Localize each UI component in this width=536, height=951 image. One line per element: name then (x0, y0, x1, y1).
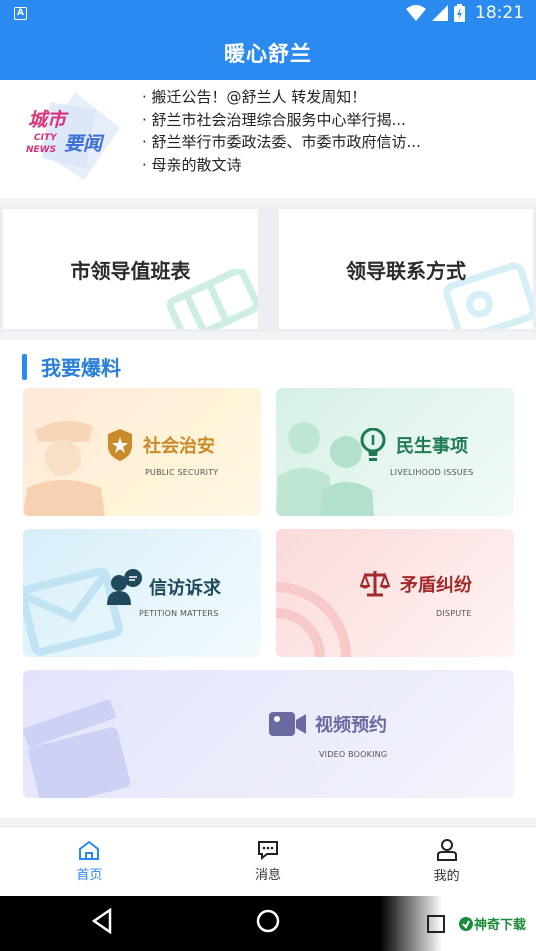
watermark: 神奇下载 (380, 896, 536, 951)
scale-icon (360, 571, 390, 597)
video-booking-label: 视频预约 (315, 715, 387, 736)
app-title: 暖心舒兰 (224, 42, 312, 66)
leader-contact-label: 领导联系方式 (346, 258, 466, 283)
report-title-text: 我要爆料 (41, 356, 121, 380)
watermark-text: 神奇下载 (473, 918, 526, 933)
notification-icon: A (14, 6, 27, 20)
police-deco-icon (23, 420, 105, 516)
title-accent-bar (22, 353, 27, 380)
leader-contact-button[interactable]: 领导联系方式 (279, 209, 533, 329)
dispute-en: DISPUTE (436, 609, 472, 618)
bottom-tab-bar: 首页 消息 我的 (0, 826, 536, 896)
duty-schedule-button[interactable]: 市领导值班表 (3, 209, 258, 329)
home-nav-icon[interactable] (256, 908, 280, 934)
dispute-tile[interactable]: 矛盾纠纷 DISPUTE (276, 529, 514, 657)
battery-icon (454, 4, 465, 22)
tab-messages[interactable]: 消息 (179, 827, 358, 896)
news-item[interactable]: · 舒兰举行市委政法委、市委市政府信访... (142, 131, 522, 154)
target-deco-icon (276, 582, 351, 657)
message-icon (258, 841, 278, 860)
tab-mine-label: 我的 (433, 869, 460, 884)
livelihood-en: LIVELIHOOD ISSUES (390, 468, 474, 477)
news-item[interactable]: · 舒兰市社会治理综合服务中心举行揭... (142, 109, 522, 132)
livelihood-tile[interactable]: 民生事项 LIVELIHOOD ISSUES (276, 388, 514, 516)
report-section: 我要爆料 社会治安 PUBLIC SECURITY 民生事项 LIVELIHOO… (0, 340, 536, 818)
city-news-panel[interactable]: 城市 CITY NEWS 要闻 · 搬迁公告！@舒兰人 转发周知！ · 舒兰市社… (0, 80, 536, 198)
logo-en-2: NEWS (26, 145, 56, 155)
signal-icon (432, 5, 448, 21)
video-booking-en: VIDEO BOOKING (319, 750, 388, 759)
livelihood-label: 民生事项 (396, 436, 468, 457)
consult-person-icon (107, 569, 142, 605)
public-security-en: PUBLIC SECURITY (145, 468, 219, 477)
watermark-logo-icon (459, 917, 473, 931)
app-title-bar: 暖心舒兰 (0, 26, 536, 80)
public-security-label: 社会治安 (143, 436, 215, 457)
public-security-tile[interactable]: 社会治安 PUBLIC SECURITY (23, 388, 261, 516)
city-news-logo: 城市 CITY NEWS 要闻 (26, 92, 120, 180)
news-item[interactable]: · 搬迁公告！@舒兰人 转发周知！ (142, 86, 522, 109)
dispute-label: 矛盾纠纷 (400, 575, 472, 596)
status-bar: A 18:21 (0, 0, 536, 26)
clock: 18:21 (475, 3, 524, 23)
wifi-icon (406, 5, 426, 21)
police-badge-icon (108, 429, 132, 461)
report-title: 我要爆料 (22, 352, 121, 381)
petition-label: 信访诉求 (149, 578, 221, 599)
video-camera-icon (269, 712, 306, 736)
tab-home[interactable]: 首页 (0, 827, 179, 896)
petition-en: PETITION MATTERS (139, 609, 219, 618)
tab-home-label: 首页 (76, 868, 103, 883)
user-icon (436, 839, 457, 861)
petition-tile[interactable]: 信访诉求 PETITION MATTERS (23, 529, 261, 657)
tab-messages-label: 消息 (255, 868, 282, 883)
logo-cn-2: 要闻 (64, 133, 105, 155)
tab-mine[interactable]: 我的 (357, 827, 536, 896)
lightbulb-icon (360, 428, 386, 461)
back-icon[interactable] (90, 908, 114, 934)
logo-cn-1: 城市 (28, 109, 69, 131)
logo-en-1: CITY (34, 133, 58, 143)
duty-schedule-label: 市领导值班表 (70, 258, 191, 283)
news-list: · 搬迁公告！@舒兰人 转发周知！ · 舒兰市社会治理综合服务中心举行揭... … (142, 86, 522, 176)
people-deco-icon (276, 422, 374, 516)
clapperboard-deco-icon (23, 700, 131, 798)
home-icon (79, 840, 100, 860)
video-booking-tile[interactable]: 视频预约 VIDEO BOOKING (23, 670, 514, 798)
news-item[interactable]: · 母亲的散文诗 (142, 154, 522, 177)
leader-section: 市领导值班表 领导联系方式 (0, 206, 536, 332)
recents-icon[interactable] (426, 914, 446, 934)
